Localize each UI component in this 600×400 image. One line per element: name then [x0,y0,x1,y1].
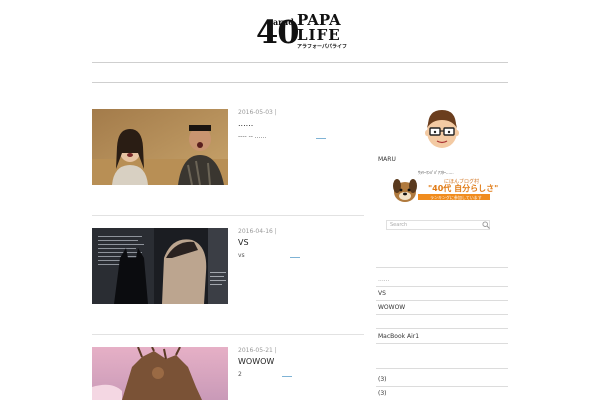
post-meta: 2016-04-16 | VS vs [238,228,364,260]
post-excerpt: 2 [238,371,242,378]
ranking-banner[interactable]: ｻﾗﾘｰﾏﾝﾊﾟﾊﾟｱﾌﾀｰ...... にほんブログ村 "40代 自分らしさ"… [392,170,498,206]
recent-post-link[interactable]: MacBook Air1 [378,333,419,341]
read-more-link[interactable] [316,138,326,139]
read-more-link[interactable] [282,376,292,377]
widget-divider [376,300,508,301]
post-title[interactable]: ...... [238,119,364,129]
author-avatar [422,108,462,150]
archive-link[interactable]: (3) [378,376,387,384]
banner-caption-big: "40代 自分らしさ" [428,184,499,193]
thumbnail-image-people-photo [92,109,228,185]
banner-caption-top: ｻﾗﾘｰﾏﾝﾊﾟﾊﾟｱﾌﾀｰ...... [418,170,454,175]
post-thumbnail[interactable] [92,228,228,304]
post-date: 2016-04-16 | [238,228,277,235]
post-date: 2016-05-21 | [238,347,277,354]
recent-post-link[interactable]: ...... [378,276,389,284]
archive-link[interactable]: (3) [378,390,387,398]
post-thumbnail[interactable] [92,347,228,400]
widget-divider [376,328,508,329]
post-divider [92,334,364,335]
logo-life: LIFE [297,26,341,44]
widget-divider [376,368,508,369]
nav-divider [92,82,508,83]
widget-divider [376,314,508,315]
widget-divider [376,386,508,387]
post-excerpt: ---- -- ...... [238,133,267,140]
post-thumbnail[interactable] [92,109,228,185]
widget-divider [376,267,508,268]
post-title[interactable]: WOWOW [238,357,364,367]
search-icon[interactable] [482,221,490,229]
recent-post-link[interactable]: VS [378,290,386,298]
logo-arnd: arnd [273,17,294,27]
widget-divider [376,343,508,344]
recent-post-link[interactable]: WOWOW [378,304,405,312]
widget-divider [376,286,508,287]
thumbnail-image-fantasy-scene [92,347,228,400]
header-divider [92,62,508,63]
post-title[interactable]: VS [238,238,364,248]
search-input[interactable]: Search [386,220,490,230]
author-name: MARU [378,156,396,163]
post-divider [92,215,364,216]
avatar-face-icon [425,110,459,148]
site-logo[interactable]: 40 arnd PAPA LIFE アラフォーパパライフ [256,12,347,52]
post-meta: 2016-05-21 | WOWOW 2 [238,347,364,379]
post-excerpt: vs [238,252,245,259]
post-date: 2016-05-03 | [238,109,277,116]
thumbnail-image-movie-poster [92,228,228,304]
read-more-link[interactable] [290,257,300,258]
logo-tagline: アラフォーパパライフ [297,44,347,50]
banner-caption-sub: ランキングに参加しています [430,195,482,200]
post-meta: 2016-05-03 | ...... ---- -- ...... [238,109,364,141]
